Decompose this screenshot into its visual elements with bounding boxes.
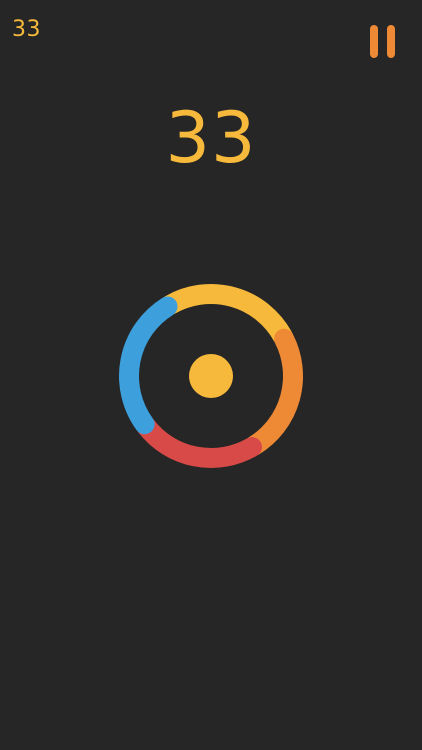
ring-segment-blue <box>119 296 178 435</box>
player-ball <box>189 354 233 398</box>
color-ring <box>119 284 303 468</box>
ring-segment-red <box>136 416 262 468</box>
ring-segment-yellow <box>160 284 293 347</box>
ring-segment-orange <box>244 328 303 456</box>
